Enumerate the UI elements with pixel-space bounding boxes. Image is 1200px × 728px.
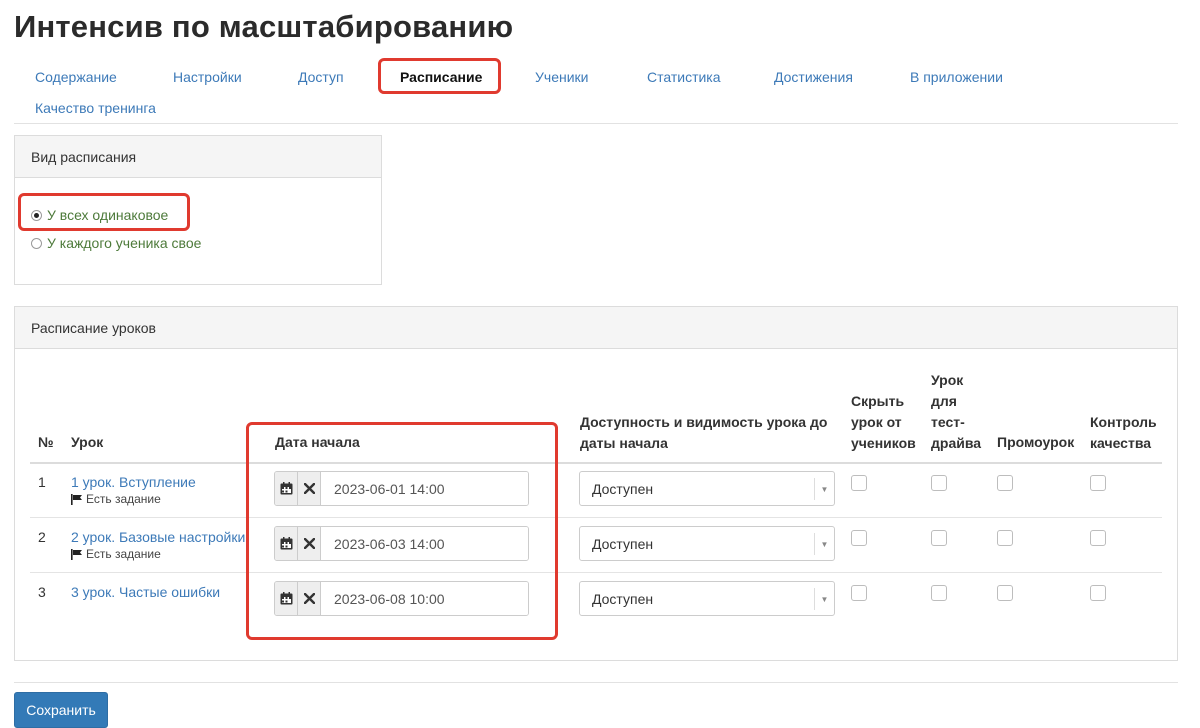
task-badge: Есть задание — [71, 547, 161, 561]
lessons-schedule-heading: Расписание уроков — [15, 307, 1177, 349]
close-icon — [303, 483, 315, 494]
start-date-input[interactable] — [321, 472, 528, 505]
availability-value: Доступен — [592, 480, 654, 497]
promo-lesson-checkbox[interactable] — [997, 585, 1013, 601]
calendar-icon — [280, 537, 292, 550]
radio-label: У каждого ученика свое — [47, 235, 202, 251]
header-line: Скрыть — [851, 393, 905, 409]
task-badge: Есть задание — [71, 492, 161, 506]
start-date-field — [274, 581, 529, 616]
save-button[interactable]: Сохранить — [14, 692, 108, 728]
table-header-divider — [30, 462, 1162, 464]
calendar-icon — [280, 482, 292, 495]
tab-access[interactable]: Доступ — [298, 69, 344, 85]
promo-lesson-checkbox[interactable] — [997, 475, 1013, 491]
flag-icon — [71, 548, 82, 560]
radio-button[interactable] — [31, 237, 42, 249]
tab-settings[interactable]: Настройки — [173, 69, 242, 85]
tab-students[interactable]: Ученики — [535, 69, 588, 85]
col-header-quality: Контроль качества — [1090, 412, 1157, 454]
footer-divider — [14, 682, 1178, 683]
calendar-button[interactable] — [275, 582, 298, 615]
calendar-icon — [280, 592, 292, 605]
row-number: 2 — [38, 529, 46, 545]
header-line: Контроль — [1090, 414, 1157, 430]
row-divider — [30, 517, 1162, 518]
flag-icon — [71, 493, 82, 505]
calendar-button[interactable] — [275, 472, 298, 505]
clear-date-button[interactable] — [298, 527, 321, 560]
quality-control-checkbox[interactable] — [1090, 530, 1106, 546]
clear-date-button[interactable] — [298, 472, 321, 505]
quality-control-checkbox[interactable] — [1090, 475, 1106, 491]
schedule-type-heading: Вид расписания — [15, 136, 381, 178]
header-line: даты начала — [580, 435, 668, 451]
testdrive-checkbox[interactable] — [931, 530, 947, 546]
testdrive-checkbox[interactable] — [931, 585, 947, 601]
caret-down-icon: ▼ — [814, 588, 834, 610]
hide-from-students-checkbox[interactable] — [851, 585, 867, 601]
task-badge-label: Есть задание — [86, 547, 161, 561]
radio-button[interactable] — [31, 209, 42, 221]
header-line: Урок — [931, 372, 964, 388]
header-line: драйва — [931, 435, 982, 451]
tab-statistics[interactable]: Статистика — [647, 69, 721, 85]
header-line: тест- — [931, 414, 965, 430]
row-number: 3 — [38, 584, 46, 600]
availability-value: Доступен — [592, 535, 654, 552]
tab-schedule[interactable]: Расписание — [400, 69, 482, 85]
header-line: качества — [1090, 435, 1152, 451]
calendar-button[interactable] — [275, 527, 298, 560]
col-header-num: № — [38, 434, 54, 450]
promo-lesson-checkbox[interactable] — [997, 530, 1013, 546]
clear-date-button[interactable] — [298, 582, 321, 615]
page-title: Интенсив по масштабированию — [14, 9, 514, 44]
quality-control-checkbox[interactable] — [1090, 585, 1106, 601]
availability-select[interactable]: Доступен ▼ — [579, 526, 835, 561]
row-divider — [30, 572, 1162, 573]
testdrive-checkbox[interactable] — [931, 475, 947, 491]
radio-same-for-all[interactable]: У всех одинаковое — [31, 207, 168, 223]
radio-individual[interactable]: У каждого ученика свое — [31, 235, 201, 251]
col-header-start-date: Дата начала — [275, 434, 360, 450]
lesson-link[interactable]: 2 урок. Базовые настройки — [71, 529, 245, 545]
col-header-lesson: Урок — [71, 434, 104, 450]
close-icon — [303, 538, 315, 549]
hide-from-students-checkbox[interactable] — [851, 475, 867, 491]
header-line: учеников — [851, 435, 916, 451]
lesson-link[interactable]: 1 урок. Вступление — [71, 474, 196, 490]
start-date-input[interactable] — [321, 527, 528, 560]
availability-select[interactable]: Доступен ▼ — [579, 581, 835, 616]
hide-from-students-checkbox[interactable] — [851, 530, 867, 546]
close-icon — [303, 593, 315, 604]
lesson-link[interactable]: 3 урок. Частые ошибки — [71, 584, 220, 600]
col-header-promo: Промоурок — [997, 434, 1075, 450]
radio-label: У всех одинаковое — [47, 207, 169, 223]
availability-value: Доступен — [592, 590, 654, 607]
row-number: 1 — [38, 474, 46, 490]
col-header-hide: Скрыть урок от учеников — [851, 391, 916, 454]
col-header-availability: Доступность и видимость урока до даты на… — [580, 412, 827, 454]
header-line: Доступность и видимость урока до — [580, 414, 828, 430]
header-line: урок от — [851, 414, 902, 430]
availability-select[interactable]: Доступен ▼ — [579, 471, 835, 506]
header-line: для — [931, 393, 957, 409]
task-badge-label: Есть задание — [86, 492, 161, 506]
tab-in-app[interactable]: В приложении — [910, 69, 1003, 85]
caret-down-icon: ▼ — [814, 478, 834, 500]
caret-down-icon: ▼ — [814, 533, 834, 555]
tabs-divider — [14, 123, 1178, 124]
tab-achievements[interactable]: Достижения — [774, 69, 853, 85]
tab-training-quality[interactable]: Качество тренинга — [35, 100, 156, 116]
start-date-field — [274, 471, 529, 506]
col-header-testdrive: Урок для тест- драйва — [931, 370, 981, 454]
start-date-input[interactable] — [321, 582, 528, 615]
start-date-field — [274, 526, 529, 561]
tab-content[interactable]: Содержание — [35, 69, 117, 85]
